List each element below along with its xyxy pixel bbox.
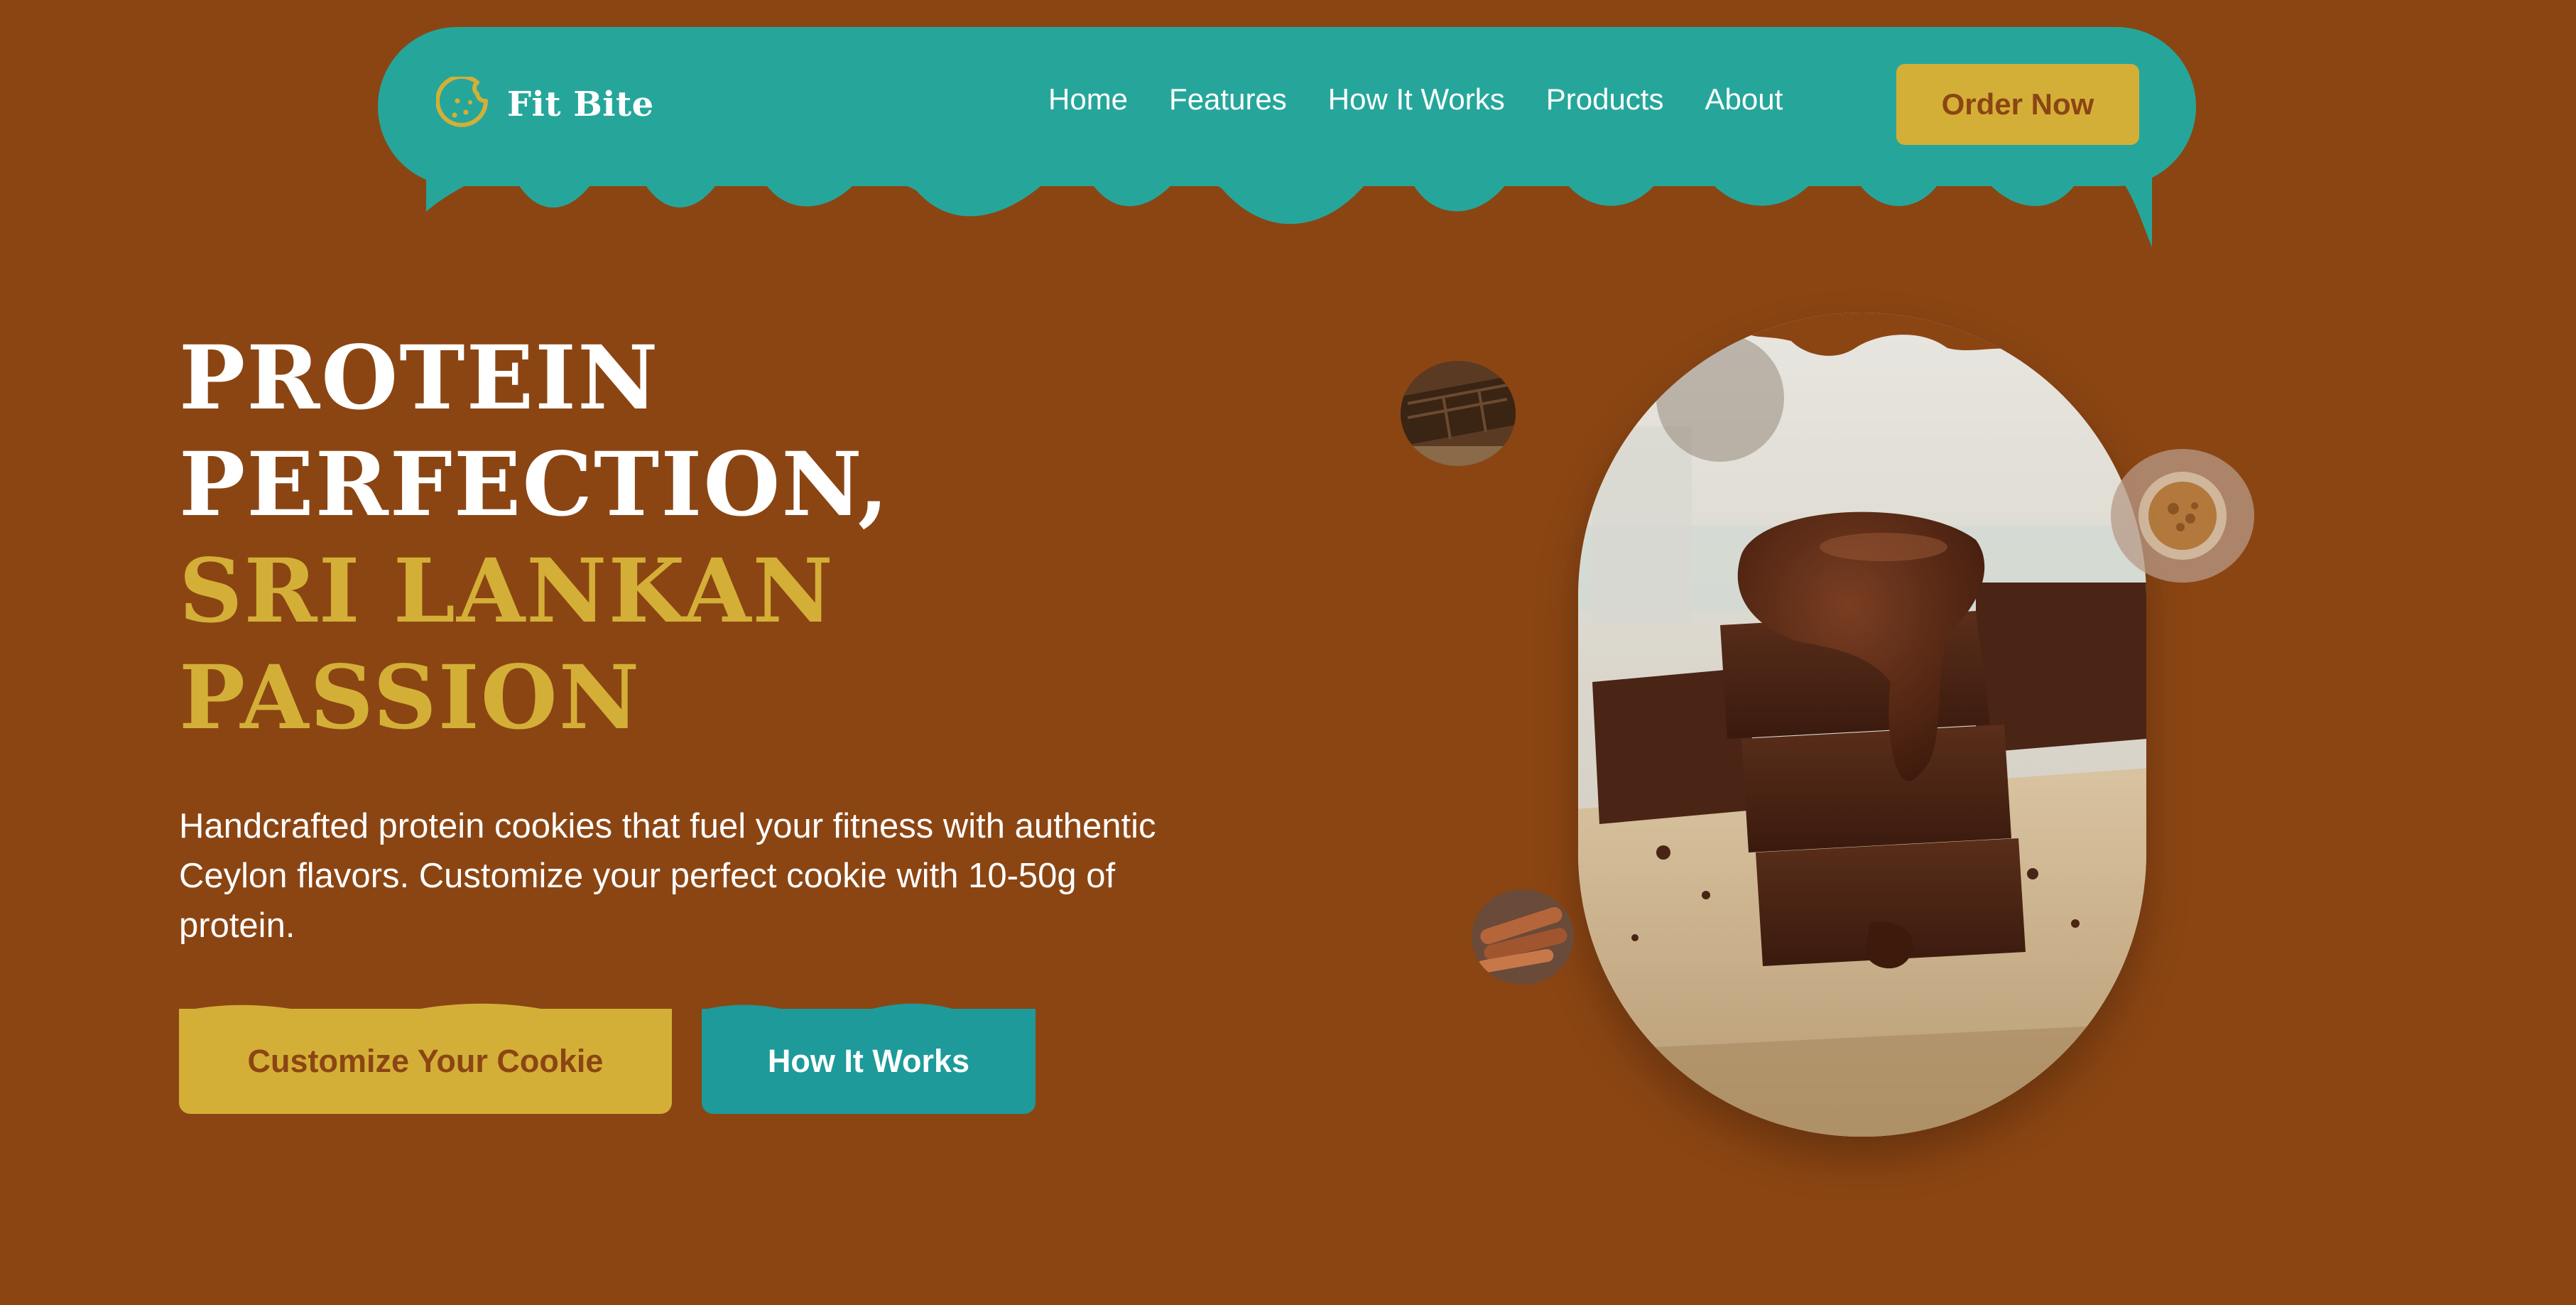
chocolate-brownie-stack-image: [1578, 313, 2146, 1137]
hero-title-line: PERFECTION,: [179, 433, 890, 536]
main-nav: Home Features How It Works Products Abou…: [1048, 82, 1824, 117]
cinnamon-sticks-image: [1472, 889, 1574, 985]
hero-title: PROTEIN PERFECTION, SRI LANKAN PASSION: [179, 325, 890, 752]
nav-link-products[interactable]: Products: [1546, 82, 1664, 117]
chocolate-bar-image: [1401, 361, 1516, 466]
hero-title-line: PASSION: [179, 646, 641, 749]
hero-title-line: SRI LANKAN: [179, 540, 835, 643]
hero-image: [1578, 313, 2146, 1137]
nuts-bowl-image: [2111, 449, 2254, 583]
nuts-bowl-thumbnail: [2111, 449, 2254, 583]
how-it-works-label: How It Works: [767, 1043, 970, 1079]
brand[interactable]: Fit Bite: [436, 77, 654, 132]
customize-cookie-label: Customize Your Cookie: [247, 1043, 604, 1079]
nav-link-about[interactable]: About: [1705, 82, 1783, 117]
hero-description: Handcrafted protein cookies that fuel yo…: [179, 807, 1156, 945]
hero-title-line: PROTEIN: [179, 327, 660, 430]
cinnamon-sticks-thumbnail: [1472, 889, 1574, 985]
nav-link-home[interactable]: Home: [1048, 82, 1128, 117]
nav-link-how-it-works[interactable]: How It Works: [1328, 82, 1505, 117]
brand-name: Fit Bite: [507, 85, 654, 124]
customize-cookie-button[interactable]: Customize Your Cookie: [179, 1003, 672, 1114]
cookie-icon: [436, 77, 488, 127]
order-now-button[interactable]: Order Now: [1896, 64, 2139, 145]
nav-link-features[interactable]: Features: [1169, 82, 1287, 117]
how-it-works-button[interactable]: How It Works: [702, 1003, 1036, 1114]
chocolate-bar-thumbnail: [1401, 361, 1516, 466]
